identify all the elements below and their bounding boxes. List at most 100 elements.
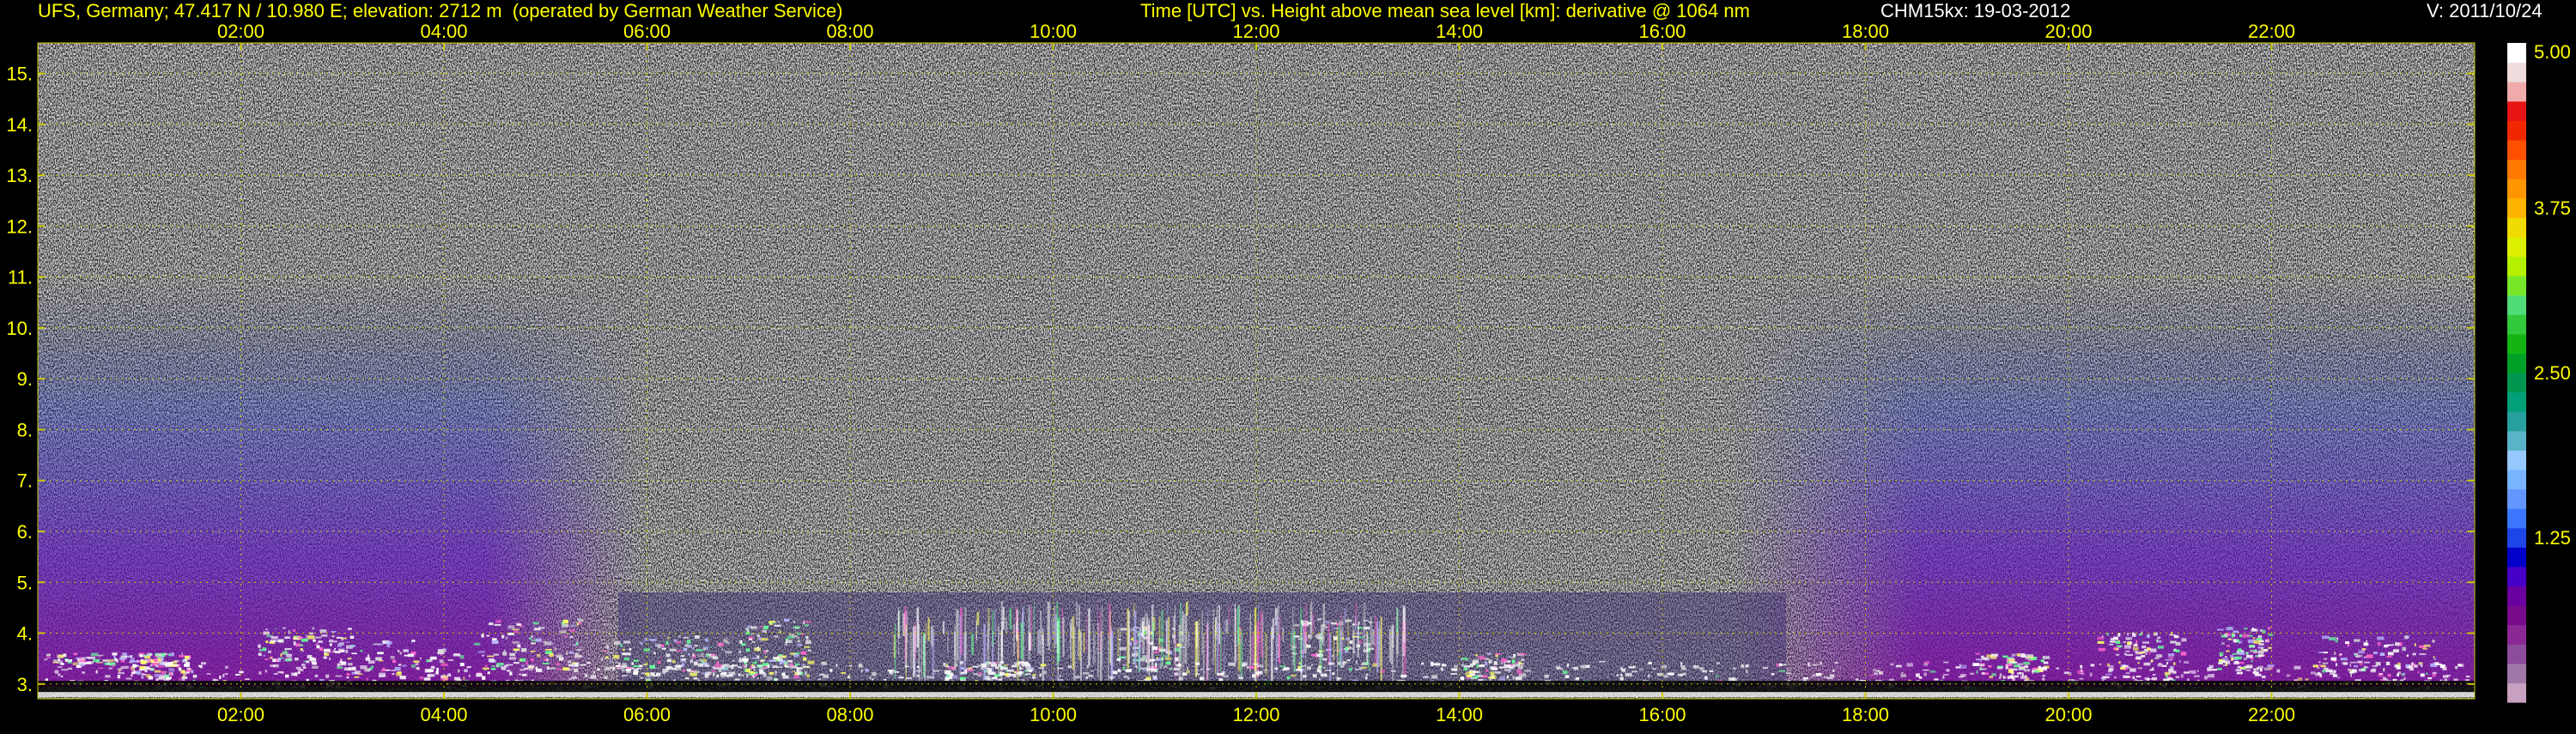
boundary-layer-speck: [1648, 662, 1652, 665]
backscatter-blob: [800, 651, 807, 655]
backscatter-blob: [185, 656, 190, 659]
backscatter-blob: [1513, 653, 1516, 658]
boundary-layer-speck: [1206, 668, 1211, 670]
backscatter-blob: [2042, 655, 2050, 658]
backscatter-blob: [161, 652, 165, 656]
backscatter-blob: [738, 659, 743, 663]
boundary-layer-speck: [1681, 668, 1687, 670]
boundary-layer-speck: [775, 670, 777, 675]
backscatter-blob: [2347, 643, 2350, 647]
backscatter-blob: [2019, 653, 2025, 655]
boundary-layer-speck: [1812, 664, 1817, 666]
colorbar-segment: [2507, 333, 2526, 355]
backscatter-blob: [139, 654, 143, 658]
backscatter-blob: [2433, 658, 2436, 660]
version-label: V: 2011/10/24: [2427, 0, 2543, 21]
backscatter-streak: [1339, 625, 1341, 667]
backscatter-blob: [2334, 651, 2336, 655]
backscatter-streak: [1016, 621, 1018, 640]
backscatter-blob: [2244, 628, 2248, 630]
backscatter-blob: [1486, 652, 1492, 655]
backscatter-blob: [2115, 653, 2120, 656]
backscatter-streak: [1239, 627, 1242, 643]
backscatter-blob: [258, 652, 262, 656]
boundary-layer-speck: [604, 676, 608, 679]
boundary-layer-speck: [2208, 674, 2215, 678]
backscatter-blob: [623, 658, 630, 661]
backscatter-blob: [754, 671, 758, 674]
boundary-layer-speck: [926, 676, 932, 679]
backscatter-streak: [1182, 610, 1184, 642]
backscatter-blob: [1358, 640, 1363, 644]
backscatter-blob: [797, 643, 802, 646]
backscatter-blob: [512, 641, 519, 644]
backscatter-blob: [295, 635, 298, 638]
backscatter-blob: [1478, 675, 1484, 677]
boundary-layer-speck: [351, 666, 356, 670]
boundary-layer-speck: [1003, 664, 1009, 666]
backscatter-blob: [2268, 634, 2274, 636]
backscatter-streak: [1194, 621, 1198, 677]
y-tick-label: 15.: [6, 64, 33, 85]
backscatter-blob: [683, 636, 690, 639]
boundary-layer-speck: [158, 661, 165, 664]
boundary-layer-speck: [1573, 667, 1579, 670]
boundary-layer-speck: [884, 678, 887, 681]
backscatter-blob: [1325, 626, 1327, 628]
backscatter-blob: [141, 660, 147, 665]
backscatter-blob: [437, 648, 445, 653]
boundary-layer-speck: [1834, 661, 1838, 664]
backscatter-blob: [714, 664, 722, 668]
y-tick-label: 14.: [6, 114, 33, 136]
backscatter-blob: [649, 664, 655, 669]
boundary-layer-speck: [906, 677, 913, 679]
backscatter-blob: [765, 649, 769, 652]
backscatter-blob: [554, 647, 557, 651]
boundary-layer-speck: [1869, 674, 1874, 676]
backscatter-blob: [2336, 637, 2339, 640]
backscatter-blob: [493, 653, 499, 656]
boundary-layer-speck: [1916, 673, 1920, 677]
boundary-layer-speck: [1802, 677, 1808, 680]
backscatter-blob: [258, 644, 261, 648]
backscatter-blob: [2166, 662, 2169, 665]
backscatter-streak: [1265, 633, 1267, 676]
boundary-layer-speck: [144, 670, 148, 673]
backscatter-blob: [690, 658, 694, 664]
backscatter-blob: [1469, 663, 1476, 666]
backscatter-blob: [517, 644, 521, 648]
boundary-layer-speck: [1043, 670, 1048, 675]
backscatter-blob: [390, 655, 395, 659]
backscatter-blob: [2144, 649, 2148, 652]
boundary-layer-speck: [1741, 664, 1745, 668]
backscatter-streak: [1303, 624, 1306, 639]
boundary-layer-speck: [622, 663, 627, 666]
boundary-layer-speck: [1562, 670, 1568, 674]
backscatter-blob: [63, 653, 67, 658]
boundary-layer-speck: [1252, 674, 1256, 677]
backscatter-blob: [1521, 658, 1525, 661]
backscatter-blob: [779, 630, 781, 634]
backscatter-blob: [613, 654, 620, 659]
boundary-layer-speck: [291, 672, 298, 676]
backscatter-blob: [440, 663, 448, 666]
boundary-layer-speck: [2252, 671, 2259, 675]
backscatter-blob: [1336, 622, 1339, 627]
backscatter-blob: [530, 650, 536, 652]
backscatter-blob: [665, 640, 669, 646]
boundary-layer-speck: [1165, 661, 1171, 664]
backscatter-blob: [1976, 670, 1978, 674]
backscatter-blob: [714, 667, 718, 670]
boundary-layer-speck: [2254, 673, 2262, 676]
backscatter-blob: [782, 675, 789, 679]
backscatter-blob: [285, 658, 292, 662]
boundary-layer-speck: [1082, 671, 1090, 675]
backscatter-blob: [1461, 657, 1467, 660]
backscatter-blob: [426, 659, 430, 663]
backscatter-blob: [2002, 655, 2008, 658]
backscatter-streak: [1152, 622, 1154, 640]
backscatter-blob: [2251, 660, 2253, 663]
boundary-layer-speck: [201, 662, 207, 665]
backscatter-blob: [550, 642, 555, 645]
backscatter-blob: [269, 641, 276, 644]
